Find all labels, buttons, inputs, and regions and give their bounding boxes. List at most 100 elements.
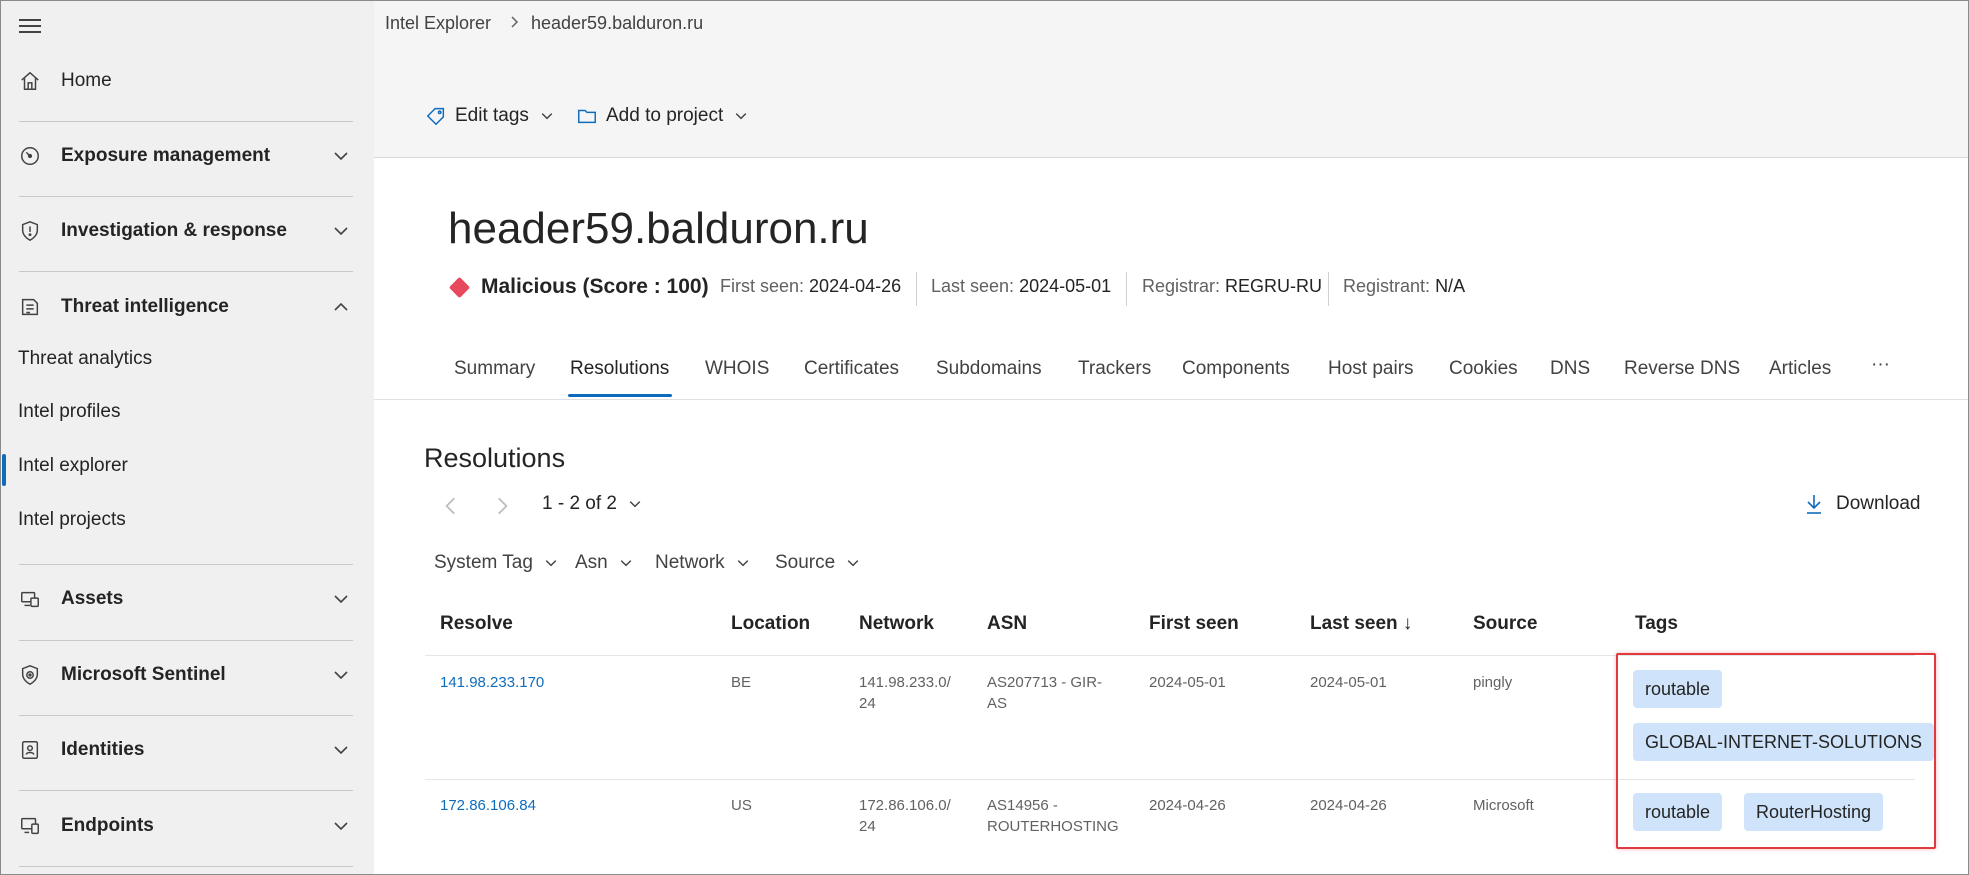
tab-resolutions[interactable]: Resolutions bbox=[570, 358, 669, 380]
download-button[interactable]: Download bbox=[1804, 493, 1921, 515]
edit-tags-button[interactable]: Edit tags bbox=[425, 105, 555, 127]
edit-tags-label: Edit tags bbox=[455, 105, 529, 126]
nav-exposure-label: Exposure management bbox=[61, 145, 271, 166]
filter-label: Asn bbox=[575, 552, 608, 573]
tab-certificates[interactable]: Certificates bbox=[804, 358, 899, 380]
tab-host-pairs[interactable]: Host pairs bbox=[1328, 358, 1414, 380]
meta-separator bbox=[916, 272, 917, 306]
network-cell: 141.98.233.0/ bbox=[859, 674, 951, 691]
filter-label: Network bbox=[655, 552, 725, 573]
location-cell: BE bbox=[731, 674, 752, 691]
meta-separator bbox=[1328, 272, 1329, 306]
tab-trackers[interactable]: Trackers bbox=[1078, 358, 1151, 380]
registrant-label: Registrant: bbox=[1343, 276, 1431, 296]
nav-assets-label: Assets bbox=[61, 588, 124, 609]
chevron-down-icon bbox=[334, 746, 348, 755]
nav-intel-explorer[interactable]: Intel explorer bbox=[18, 455, 128, 477]
add-to-project-button[interactable]: Add to project bbox=[576, 105, 749, 127]
chevron-right-icon bbox=[511, 16, 519, 28]
first-seen-label: First seen: bbox=[720, 276, 805, 296]
nav-divider bbox=[19, 866, 353, 867]
location-cell: US bbox=[731, 797, 752, 814]
nav-investigation-response[interactable]: Investigation & response bbox=[0, 201, 374, 261]
nav-assets[interactable]: Assets bbox=[0, 569, 374, 629]
navigation-sidebar: Home Exposure management Investigation &… bbox=[0, 0, 374, 875]
pagination-label: 1 - 2 of 2 bbox=[542, 493, 617, 514]
nav-exposure-management[interactable]: Exposure management bbox=[0, 126, 374, 186]
entity-title: header59.balduron.ru bbox=[448, 204, 869, 253]
hamburger-menu-icon[interactable] bbox=[19, 19, 41, 35]
chevron-down-icon bbox=[541, 113, 553, 120]
intel-book-icon bbox=[21, 298, 39, 316]
tab-reverse-dns[interactable]: Reverse DNS bbox=[1624, 358, 1740, 380]
previous-page-icon[interactable] bbox=[440, 495, 462, 517]
nav-intel-projects[interactable]: Intel projects bbox=[18, 509, 126, 531]
nav-identities-label: Identities bbox=[61, 739, 145, 760]
nav-endpoints[interactable]: Endpoints bbox=[0, 796, 374, 856]
chevron-down-icon bbox=[737, 560, 748, 567]
tab-whois[interactable]: WHOIS bbox=[705, 358, 769, 380]
tab-summary[interactable]: Summary bbox=[454, 358, 535, 380]
breadcrumb-root[interactable]: Intel Explorer bbox=[385, 13, 491, 34]
column-header-location[interactable]: Location bbox=[731, 613, 810, 635]
nav-intel-profiles[interactable]: Intel profiles bbox=[18, 401, 120, 423]
column-header-first-seen[interactable]: First seen bbox=[1149, 613, 1239, 635]
filter-system-tag[interactable]: System Tag bbox=[434, 552, 559, 574]
pagination-dropdown[interactable]: 1 - 2 of 2 bbox=[542, 493, 643, 515]
nav-endpoints-label: Endpoints bbox=[61, 815, 154, 836]
nav-home[interactable]: Home bbox=[0, 51, 374, 111]
last-seen-value: 2024-05-01 bbox=[1019, 276, 1112, 296]
devices-icon bbox=[21, 591, 39, 608]
network-cell: 172.86.106.0/ bbox=[859, 797, 951, 814]
meta-separator bbox=[1126, 272, 1127, 306]
folder-icon bbox=[578, 109, 596, 124]
chevron-down-icon bbox=[334, 152, 348, 161]
nav-threat-intel-label: Threat intelligence bbox=[61, 296, 229, 317]
column-header-network[interactable]: Network bbox=[859, 613, 934, 635]
nav-divider bbox=[19, 196, 353, 197]
home-icon bbox=[21, 71, 39, 90]
nav-sentinel-label: Microsoft Sentinel bbox=[61, 664, 226, 685]
chevron-down-icon bbox=[334, 227, 348, 236]
filter-network[interactable]: Network bbox=[655, 552, 751, 574]
identity-card-icon bbox=[21, 741, 39, 759]
next-page-icon[interactable] bbox=[491, 495, 513, 517]
gauge-icon bbox=[21, 147, 39, 165]
tab-more-overflow[interactable]: ··· bbox=[1871, 354, 1890, 376]
column-header-resolve[interactable]: Resolve bbox=[440, 613, 513, 635]
malicious-indicator-icon bbox=[448, 276, 471, 299]
tab-subdomains[interactable]: Subdomains bbox=[936, 358, 1042, 380]
column-header-source[interactable]: Source bbox=[1473, 613, 1537, 635]
resolve-ip-link[interactable]: 172.86.106.84 bbox=[440, 795, 536, 816]
column-header-asn[interactable]: ASN bbox=[987, 613, 1027, 635]
filter-source[interactable]: Source bbox=[775, 552, 861, 574]
nav-divider bbox=[19, 640, 353, 641]
chevron-down-icon bbox=[334, 671, 348, 680]
registrar-value: REGRU-RU bbox=[1225, 276, 1323, 296]
tab-articles[interactable]: Articles bbox=[1769, 358, 1831, 380]
resolve-ip-link[interactable]: 141.98.233.170 bbox=[440, 672, 544, 693]
tab-cookies[interactable]: Cookies bbox=[1449, 358, 1518, 380]
last-seen-cell: 2024-05-01 bbox=[1310, 674, 1387, 691]
nav-identities[interactable]: Identities bbox=[0, 720, 374, 780]
column-header-tags[interactable]: Tags bbox=[1635, 613, 1678, 635]
tab-dns[interactable]: DNS bbox=[1550, 358, 1590, 380]
nav-investigation-label: Investigation & response bbox=[61, 220, 287, 241]
nav-threat-intelligence[interactable]: Threat intelligence bbox=[0, 277, 374, 337]
registrar-label: Registrar: bbox=[1142, 276, 1221, 296]
nav-threat-analytics[interactable]: Threat analytics bbox=[18, 348, 152, 370]
nav-home-label: Home bbox=[61, 70, 112, 91]
registrant-value: N/A bbox=[1435, 276, 1466, 296]
last-seen-cell: 2024-04-26 bbox=[1310, 797, 1387, 814]
nav-microsoft-sentinel[interactable]: Microsoft Sentinel bbox=[0, 645, 374, 705]
add-to-project-label: Add to project bbox=[606, 105, 724, 126]
first-seen-cell: 2024-05-01 bbox=[1149, 674, 1226, 691]
breadcrumb-current: header59.balduron.ru bbox=[531, 13, 704, 33]
filter-asn[interactable]: Asn bbox=[575, 552, 634, 574]
registrar-meta: Registrar: REGRU-RU bbox=[1142, 276, 1322, 297]
tab-components[interactable]: Components bbox=[1182, 358, 1290, 380]
column-header-last-seen[interactable]: Last seen ↓ bbox=[1310, 613, 1412, 635]
section-title: Resolutions bbox=[424, 443, 566, 473]
filter-label: System Tag bbox=[434, 552, 533, 573]
asn-cell: AS207713 - GIR- bbox=[987, 674, 1103, 691]
